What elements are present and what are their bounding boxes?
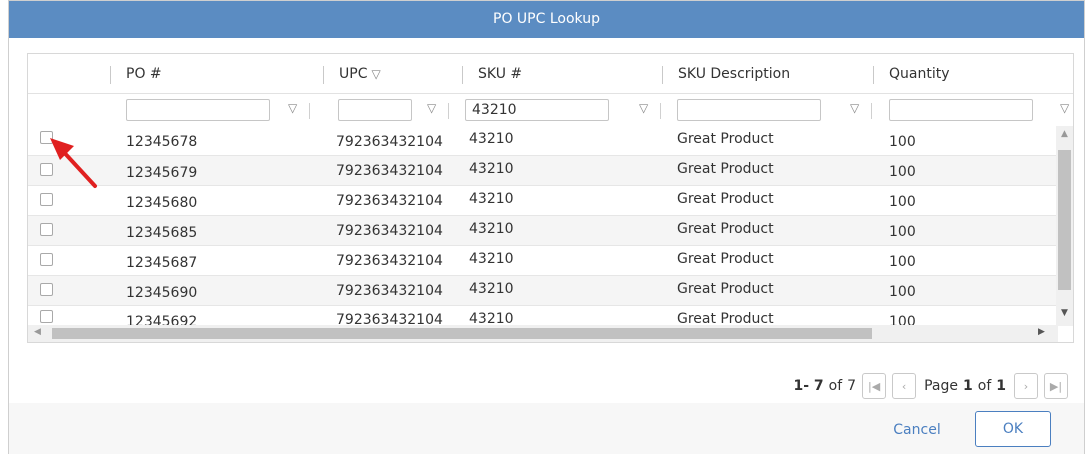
next-page-icon[interactable]: › <box>1014 373 1038 399</box>
column-header-sku-label: SKU # <box>478 66 523 82</box>
horizontal-scrollbar[interactable]: ◀ ▶ <box>28 325 1058 342</box>
column-header-quantity-label: Quantity <box>889 66 950 82</box>
table-row[interactable]: 12345692 792363432104 43210 Great Produc… <box>28 306 1058 326</box>
pager-page-of-label: of <box>977 378 992 394</box>
sku-cell: 43210 <box>469 311 514 326</box>
row-select-checkbox[interactable] <box>40 283 53 296</box>
sku-description-filter-input[interactable] <box>677 99 821 121</box>
upc-filter-input[interactable] <box>338 99 412 121</box>
column-separator <box>462 66 463 84</box>
column-header-quantity[interactable]: Quantity <box>877 54 950 94</box>
filter-separator <box>871 103 872 119</box>
row-select-checkbox[interactable] <box>40 253 53 266</box>
row-select-checkbox[interactable] <box>40 131 53 144</box>
horizontal-scroll-thumb[interactable] <box>52 328 872 339</box>
scroll-right-icon[interactable]: ▶ <box>1038 327 1045 337</box>
table-row[interactable]: 12345679 792363432104 43210 Great Produc… <box>28 156 1058 186</box>
pager-range: 1- 7 <box>793 378 824 394</box>
column-header-sku-description-label: SKU Description <box>678 66 791 82</box>
dialog-footer: Cancel OK <box>9 403 1084 454</box>
upc-cell: 792363432104 <box>336 312 443 326</box>
column-separator <box>323 66 324 84</box>
filter-separator <box>309 103 310 119</box>
vertical-scrollbar[interactable]: ▲ ▼ <box>1056 126 1073 326</box>
table-row[interactable]: 12345680 792363432104 43210 Great Produc… <box>28 186 1058 216</box>
ok-button[interactable]: OK <box>975 411 1051 447</box>
column-header-upc[interactable]: UPC ▽ <box>327 54 381 94</box>
last-page-icon[interactable]: ▶| <box>1044 373 1068 399</box>
table-row[interactable]: 12345690 792363432104 43210 Great Produc… <box>28 276 1058 306</box>
prev-page-icon[interactable]: ‹ <box>892 373 917 399</box>
filter-icon[interactable]: ▽ <box>1060 101 1069 115</box>
column-header-sku[interactable]: SKU # <box>466 54 522 94</box>
column-header-sku-description[interactable]: SKU Description <box>666 54 790 94</box>
sku-filter-input[interactable] <box>465 99 609 121</box>
column-header-upc-label: UPC <box>339 66 368 82</box>
scroll-down-icon[interactable]: ▼ <box>1056 308 1073 318</box>
grid-header: PO # UPC ▽ SKU # SKU Description Quantity <box>28 54 1073 94</box>
pager-current-page: 1 <box>963 378 973 394</box>
column-header-po[interactable]: PO # <box>114 54 162 94</box>
first-page-icon[interactable]: |◀ <box>862 373 887 399</box>
column-separator <box>110 66 111 84</box>
scroll-left-icon[interactable]: ◀ <box>34 327 41 337</box>
filter-icon[interactable]: ▽ <box>850 101 859 115</box>
table-row[interactable]: 12345685 792363432104 43210 Great Produc… <box>28 216 1058 246</box>
scroll-up-icon[interactable]: ▲ <box>1056 129 1073 139</box>
filter-separator <box>660 103 661 119</box>
table-row[interactable]: 12345687 792363432104 43210 Great Produc… <box>28 246 1058 276</box>
vertical-scroll-thumb[interactable] <box>1058 150 1071 290</box>
quantity-filter-input[interactable] <box>889 99 1033 121</box>
pager-total: 7 <box>847 378 857 394</box>
filter-separator <box>448 103 449 119</box>
po-filter-input[interactable] <box>126 99 270 121</box>
dialog-title: PO UPC Lookup <box>9 1 1084 38</box>
sku-description-cell: Great Product <box>677 311 774 326</box>
pager-page-count: 1 <box>996 378 1006 394</box>
table-row[interactable]: 12345678 792363432104 43210 Great Produc… <box>28 126 1058 156</box>
pager-page-label: Page <box>924 378 958 394</box>
column-separator <box>662 66 663 84</box>
filter-icon: ▽ <box>371 67 381 81</box>
pager: 1- 7 of 7 |◀ ‹ Page 1 of 1 › ▶| <box>793 372 1068 400</box>
column-header-po-label: PO # <box>126 66 162 82</box>
filter-row: ▽ ▽ ▽ ▽ ▽ <box>28 94 1073 126</box>
row-select-checkbox[interactable] <box>40 223 53 236</box>
filter-icon[interactable]: ▽ <box>427 101 436 115</box>
column-separator <box>873 66 874 84</box>
filter-icon[interactable]: ▽ <box>288 101 297 115</box>
po-grid: PO # UPC ▽ SKU # SKU Description Quantity… <box>27 53 1074 343</box>
row-select-checkbox[interactable] <box>40 310 53 323</box>
row-select-checkbox[interactable] <box>40 163 53 176</box>
filter-icon[interactable]: ▽ <box>639 101 648 115</box>
pager-of-label: of <box>828 378 843 394</box>
cancel-button[interactable]: Cancel <box>877 413 957 447</box>
row-select-checkbox[interactable] <box>40 193 53 206</box>
po-upc-lookup-dialog: PO UPC Lookup PO # UPC ▽ SKU # SKU Descri… <box>8 0 1085 454</box>
